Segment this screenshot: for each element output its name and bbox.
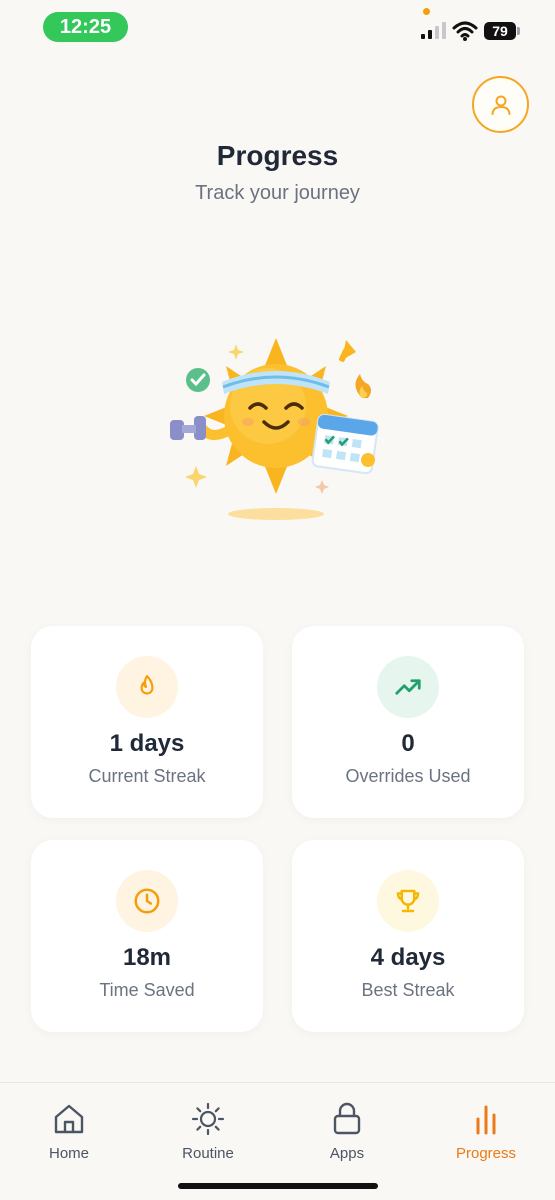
sun-mascot-illustration: [170, 338, 379, 520]
current-streak-label: Current Streak: [88, 766, 206, 786]
battery-indicator: 79: [484, 22, 516, 40]
page-subtitle: Track your journey: [195, 182, 360, 204]
tab-home-label: Home: [48, 1145, 89, 1162]
page-title: Progress: [216, 140, 339, 171]
tab-apps[interactable]: Apps: [297, 1101, 397, 1165]
best-streak-label: Best Streak: [361, 980, 455, 1000]
flame-icon-circle: [116, 656, 178, 718]
overrides-used-label: Overrides Used: [345, 766, 471, 786]
wifi-icon: [452, 21, 478, 41]
stat-card-best-streak: 4 days Best Streak: [292, 840, 524, 1032]
tab-home[interactable]: Home: [19, 1101, 119, 1165]
profile-button[interactable]: [472, 76, 529, 133]
trophy-icon: [396, 889, 420, 913]
time-saved-label: Time Saved: [99, 980, 195, 1000]
overrides-used-value: 0: [401, 730, 415, 757]
clock-icon-circle: [116, 870, 178, 932]
user-icon: [491, 95, 510, 115]
status-bar: 12:25 79: [0, 0, 555, 56]
time-saved-value: 18m: [122, 944, 172, 971]
stat-card-current-streak: 1 days Current Streak: [31, 626, 263, 818]
privacy-indicator-dot: [423, 8, 430, 15]
trophy-icon-circle: [377, 870, 439, 932]
trending-up-icon-circle: [377, 656, 439, 718]
signal-icon: [421, 22, 446, 39]
flame-icon: [140, 675, 154, 695]
home-icon: [54, 1104, 84, 1134]
tab-routine[interactable]: Routine: [158, 1101, 258, 1165]
stat-card-overrides-used: 0 Overrides Used: [292, 626, 524, 818]
status-time: 12:25: [43, 12, 128, 42]
trending-up-icon: [395, 679, 421, 695]
bar-chart-icon: [476, 1105, 496, 1135]
lock-icon: [333, 1102, 361, 1135]
stat-card-time-saved: 18m Time Saved: [31, 840, 263, 1032]
clock-icon: [134, 888, 160, 914]
tab-progress-label: Progress: [455, 1145, 517, 1162]
sun-icon: [191, 1102, 225, 1136]
current-streak-value: 1 days: [109, 730, 185, 757]
tab-apps-label: Apps: [329, 1145, 365, 1162]
battery-cap: [517, 27, 520, 35]
tab-routine-label: Routine: [182, 1145, 234, 1162]
tab-progress[interactable]: Progress: [436, 1101, 536, 1165]
home-indicator: [178, 1183, 378, 1189]
best-streak-value: 4 days: [370, 944, 446, 971]
